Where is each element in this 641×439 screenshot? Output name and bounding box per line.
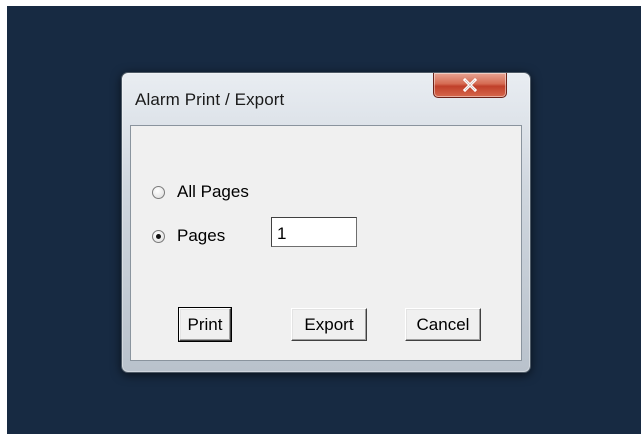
pages-input[interactable] — [271, 217, 357, 247]
export-button[interactable]: Export — [291, 308, 367, 341]
cancel-button[interactable]: Cancel — [405, 308, 481, 341]
dialog-controls: All Pages Pages Print Export Cancel — [121, 72, 531, 373]
pages-radio[interactable] — [152, 229, 165, 243]
all-pages-radio[interactable] — [152, 185, 165, 199]
pages-label: Pages — [177, 226, 226, 245]
radio-selected-dot — [156, 233, 161, 239]
all-pages-option[interactable]: All Pages — [152, 182, 249, 202]
all-pages-label: All Pages — [177, 182, 249, 201]
pages-option[interactable]: Pages — [152, 226, 225, 246]
print-button[interactable]: Print — [178, 307, 232, 342]
